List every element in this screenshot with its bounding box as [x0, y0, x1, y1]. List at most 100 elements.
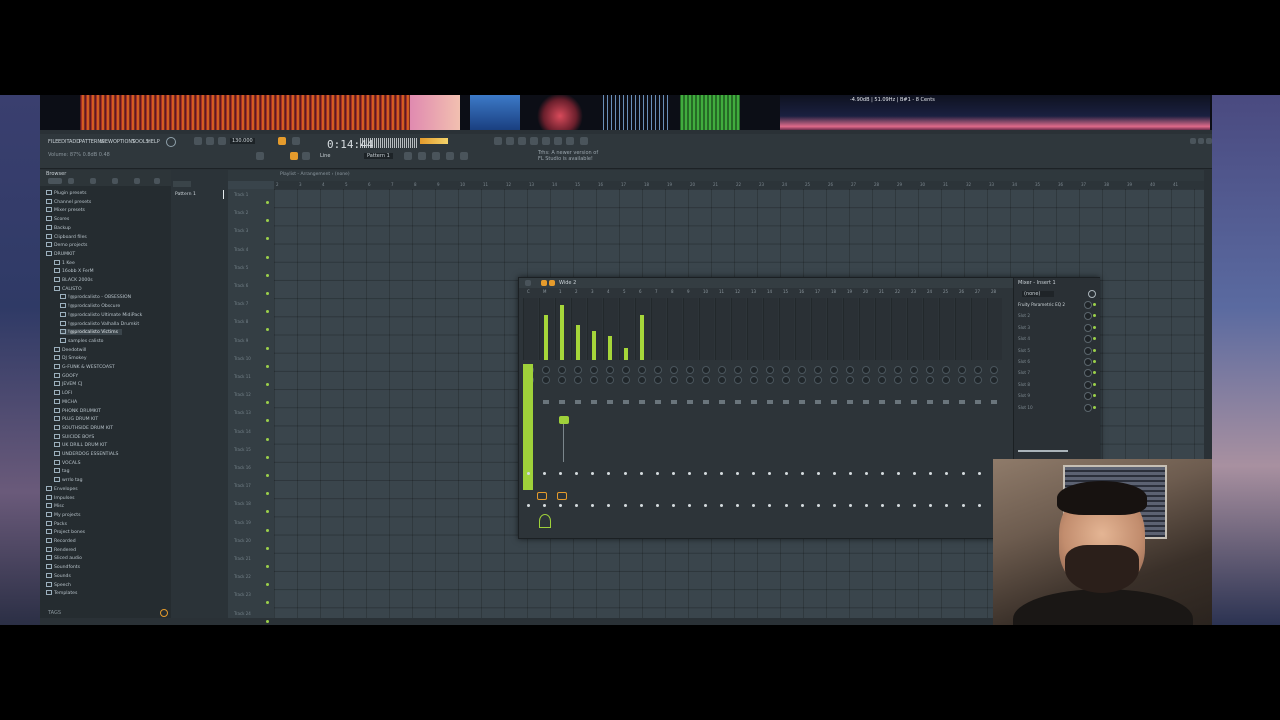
track-label[interactable]: Track 6 [234, 283, 248, 288]
browser-item[interactable]: Channel presets [46, 198, 91, 205]
stereo-knob[interactable] [830, 376, 838, 384]
track-label[interactable]: Track 17 [234, 483, 251, 488]
track-mute-led[interactable] [266, 310, 269, 314]
track-mute-led[interactable] [266, 328, 269, 332]
pan-knob[interactable] [910, 366, 918, 374]
volume-fader[interactable] [927, 400, 933, 404]
browser-tag-icon[interactable] [112, 178, 118, 184]
track-label[interactable]: Track 9 [234, 338, 248, 343]
browser-item[interactable]: SUICIDE BOYS [54, 433, 94, 440]
browser-item[interactable]: My projects [46, 511, 80, 518]
browser-item[interactable]: 1 Kee [54, 259, 75, 266]
send-dot[interactable] [527, 472, 530, 475]
cut-icon[interactable] [506, 137, 514, 145]
mixer-channel-strip[interactable] [699, 298, 714, 360]
track-mute-led[interactable] [266, 528, 269, 532]
browser-item[interactable]: samples calisto [60, 337, 103, 344]
stereo-knob[interactable] [654, 376, 662, 384]
track-label[interactable]: Track 15 [234, 447, 251, 452]
stereo-knob[interactable] [878, 376, 886, 384]
track-mute-led[interactable] [266, 492, 269, 496]
send-dot[interactable] [639, 472, 643, 475]
volume-fader[interactable] [783, 400, 789, 404]
send-dot[interactable] [881, 504, 885, 507]
track-mute-led[interactable] [266, 255, 269, 259]
pan-knob[interactable] [606, 366, 614, 374]
send-dot[interactable] [784, 472, 788, 475]
send-dot[interactable] [655, 504, 659, 507]
fx-slot[interactable]: Slot 7 [1018, 370, 1030, 375]
fx-enable-led[interactable] [1093, 371, 1096, 375]
browser-star-icon[interactable] [154, 178, 160, 184]
browser-item[interactable]: !@prodcalisto Victims [60, 329, 123, 336]
fx-mix-knob[interactable] [1084, 403, 1092, 412]
pan-knob[interactable] [942, 366, 950, 374]
fx-preset-select[interactable]: (none) [1022, 291, 1055, 297]
browser-item[interactable]: SOUTHSIDE DRUM KIT [54, 424, 113, 431]
browser-item[interactable]: !@prodcalisto Obscure [60, 303, 120, 309]
send-dot[interactable] [704, 504, 708, 507]
volume-fader[interactable] [575, 400, 581, 404]
send-dot[interactable] [832, 472, 836, 475]
volume-fader[interactable] [975, 400, 981, 404]
stereo-knob[interactable] [750, 376, 758, 384]
send-dot[interactable] [704, 472, 708, 475]
fx-enable-led[interactable] [1093, 360, 1096, 363]
track-label[interactable]: Track 12 [234, 392, 251, 397]
send-dot[interactable] [768, 504, 772, 507]
fx-slot[interactable]: Slot 9 [1018, 393, 1030, 398]
browser-back-icon[interactable] [48, 178, 62, 184]
picker-toggle[interactable] [173, 181, 191, 187]
stereo-knob[interactable] [590, 376, 598, 384]
fx-mix-knob[interactable] [1084, 392, 1092, 401]
mixer-channel-strip[interactable] [859, 298, 874, 360]
track-label[interactable]: Track 1 [234, 192, 248, 197]
browser-item[interactable]: Soundfonts [46, 564, 80, 570]
browser-item[interactable]: !@prodcalisto Valhalla Drumkit [60, 320, 139, 327]
volume-fader[interactable] [671, 400, 677, 404]
fx-enable-led[interactable] [1093, 348, 1096, 352]
track-mute-led[interactable] [266, 437, 269, 441]
volume-fader[interactable] [607, 400, 613, 404]
pan-knob[interactable] [862, 366, 870, 374]
browser-item[interactable]: wrrlo tag [54, 477, 83, 483]
stereo-knob[interactable] [606, 376, 614, 384]
browser-item[interactable]: Scores [46, 216, 69, 222]
mixer-channel-strip[interactable] [843, 298, 858, 360]
fx-slot[interactable]: Slot 10 [1018, 405, 1033, 410]
stereo-knob[interactable] [734, 376, 742, 384]
pan-knob[interactable] [766, 366, 774, 374]
browser-item[interactable]: Mixer presets [46, 207, 85, 213]
fx-slot[interactable]: Slot 3 [1018, 325, 1030, 330]
mixer-channel-strip[interactable] [763, 298, 778, 360]
browser-item[interactable]: tag [54, 468, 70, 474]
pan-knob[interactable] [990, 366, 998, 374]
browser-item[interactable]: Clipboard files [46, 233, 87, 240]
mixer-channel-strip[interactable] [747, 298, 762, 360]
send-dot[interactable] [671, 504, 675, 507]
browser-item[interactable]: Sounds [46, 572, 71, 579]
pan-knob[interactable] [958, 366, 966, 374]
fx-enable-led[interactable] [1093, 405, 1096, 409]
volume-fader[interactable] [687, 400, 693, 404]
volume-fader[interactable] [847, 400, 853, 404]
stereo-knob[interactable] [846, 376, 854, 384]
pan-knob[interactable] [542, 366, 550, 374]
track-mute-led[interactable] [266, 273, 269, 277]
send-dot[interactable] [977, 472, 981, 475]
send-dot[interactable] [768, 472, 772, 475]
mixer-channel-strip[interactable] [955, 298, 970, 360]
send-dot[interactable] [736, 504, 740, 507]
stereo-knob[interactable] [574, 376, 582, 384]
track-mute-led[interactable] [266, 237, 269, 241]
mixer-channel-strip[interactable] [619, 298, 634, 360]
help-icon[interactable] [530, 137, 538, 145]
fx-slot[interactable]: Slot 5 [1018, 348, 1030, 353]
pan-knob[interactable] [926, 366, 934, 374]
browser-item[interactable]: Sliced audio [46, 555, 82, 561]
volume-fader[interactable] [623, 400, 629, 404]
mixer-channel-strip[interactable] [651, 298, 666, 360]
send-dot[interactable] [687, 504, 691, 507]
track-mute-led[interactable] [266, 401, 269, 405]
volume-fader[interactable] [751, 400, 757, 404]
